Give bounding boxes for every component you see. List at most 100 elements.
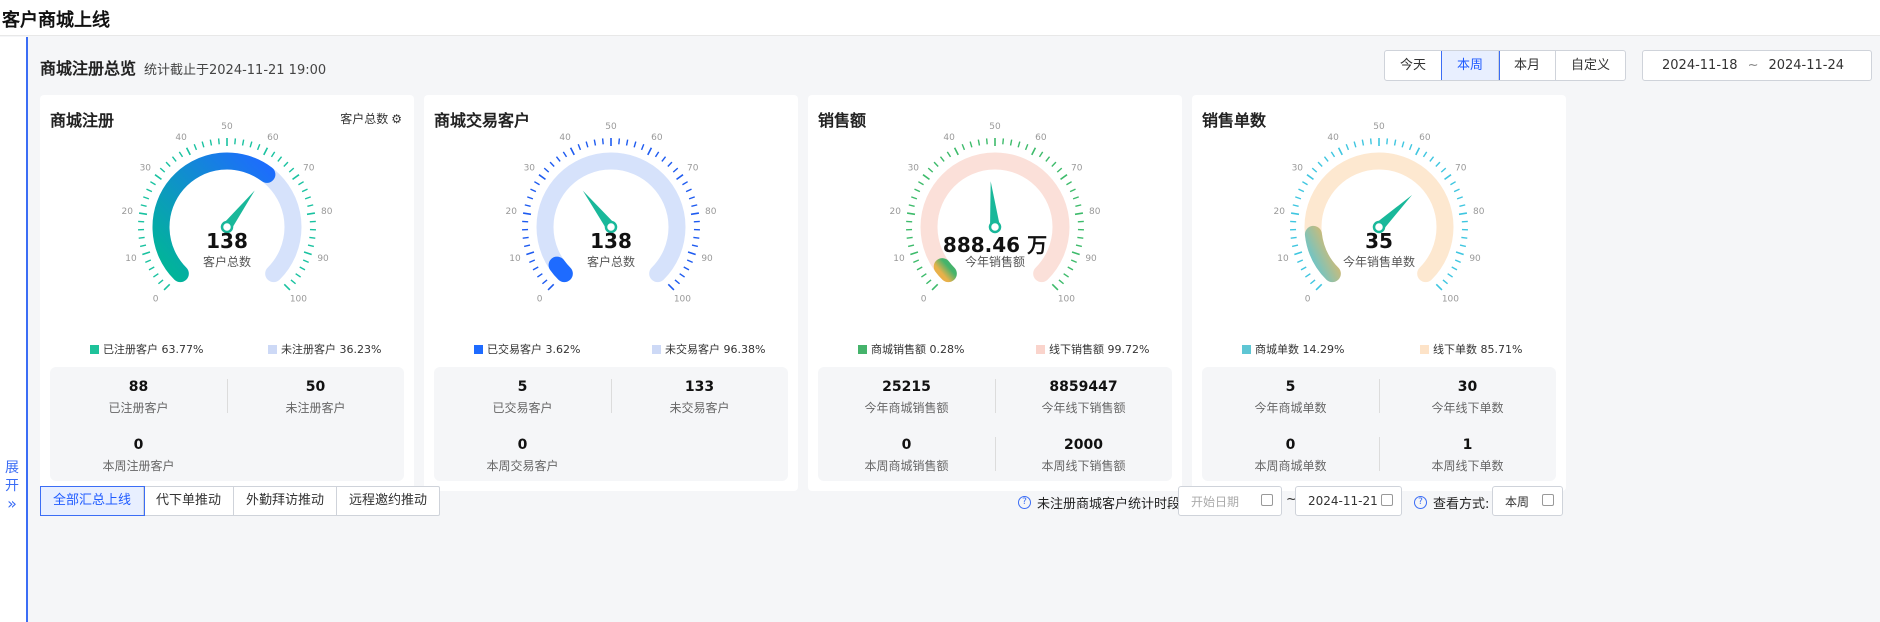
gauge-tick: [547, 283, 555, 291]
gauge-tick: [304, 196, 311, 200]
legend-label: 已注册客户 63.77%: [103, 343, 204, 356]
gauge-tick: [585, 141, 589, 148]
legend-label: 商城单数 14.29%: [1255, 343, 1345, 356]
gauge-tick-label: 80: [1473, 207, 1485, 217]
gauge-tick-label: 60: [1419, 133, 1431, 143]
gauge-tick: [1051, 161, 1057, 167]
stats-panel: 5 已交易客户 133 未交易客户 0 本周交易客户: [434, 367, 788, 481]
tab-today[interactable]: 今天: [1385, 51, 1443, 80]
gauge: 0 10 20 30 40 50 60 70 80 90 100: [1274, 122, 1485, 323]
gauge-tick: [593, 139, 597, 146]
gauge-tick: [1393, 139, 1397, 146]
stat-label: 本周商城销售额: [864, 459, 949, 473]
gauge-tick: [290, 279, 297, 285]
gauge-tick: [939, 156, 945, 162]
stat-label: 本周注册客户: [102, 459, 175, 473]
stat-label: 未交易客户: [669, 401, 730, 415]
expand-button[interactable]: 展开 »: [0, 459, 24, 513]
date-range-picker[interactable]: 2024-11-18 ~ 2024-11-24: [1642, 50, 1872, 81]
legend-item: 未注册客户 36.23%: [268, 341, 381, 357]
view-mode-label: 查看方式:: [1433, 497, 1490, 512]
gauge-label: 今年销售单数: [1342, 255, 1415, 269]
gauge-tick: [961, 143, 966, 151]
gauge: 0 10 20 30 40 50 60 70 80 90 100: [506, 122, 717, 323]
gauge-tick: [1386, 138, 1389, 145]
gauge-tick-label: 60: [1035, 133, 1047, 143]
question-circle-icon[interactable]: ?: [1018, 496, 1031, 509]
tab-this-week[interactable]: 本周: [1441, 51, 1501, 80]
gauge-tick: [1056, 167, 1063, 173]
gauge-tick: [691, 204, 698, 208]
stat-week-mall-sales: 0 本周商城销售额: [818, 437, 995, 474]
gauge-tick: [154, 174, 162, 181]
question-circle-icon[interactable]: ?: [1414, 496, 1427, 509]
gauge-tick: [1315, 283, 1323, 291]
tab-proxy-order[interactable]: 代下单推动: [144, 487, 235, 515]
gauge-tick: [946, 151, 952, 158]
gauge-tick: [654, 151, 660, 158]
tab-remote-invite[interactable]: 远程邀约推动: [337, 487, 439, 515]
gauge-tick: [672, 167, 679, 173]
gauge-tick: [914, 188, 921, 193]
gauge-tick: [918, 181, 924, 186]
gauge-pointer: [990, 181, 1000, 228]
gauge-tick-label: 0: [153, 294, 159, 304]
gauge-tick-label: 30: [908, 164, 920, 174]
stats-panel: 25215 今年商城销售额 8859447 今年线下销售额 0 本周商城销售额 200…: [818, 367, 1172, 481]
gauge-tick: [140, 204, 147, 208]
gear-icon: ⚙: [391, 112, 402, 126]
card-sales-orders: 销售单数 0 10 20 30 40 50 60 70 80 90 100 35 今年销售单数 商城…: [1192, 95, 1566, 491]
gauge-tick: [1337, 147, 1343, 156]
stat-label: 已交易客户: [492, 401, 553, 415]
page-title: 客户商城上线: [2, 10, 110, 31]
tab-custom[interactable]: 自定义: [1556, 51, 1625, 80]
gauge-tick: [1306, 174, 1314, 181]
legend-item: 商城销售额 0.28%: [858, 341, 964, 357]
stat-value: 8859447: [1049, 379, 1118, 395]
end-date-input[interactable]: 2024-11-21: [1295, 486, 1402, 516]
customer-total-label: 客户总数: [340, 112, 389, 126]
gauge-tick: [601, 138, 604, 145]
gauge-tick: [1408, 143, 1413, 151]
legend-swatch: [474, 344, 483, 354]
gauge-tick-label: 20: [506, 207, 518, 217]
gauge-tick: [530, 188, 537, 193]
gauge-tick: [633, 141, 637, 148]
gauge-tick: [640, 143, 645, 151]
gauge-tick: [1298, 188, 1305, 193]
gauge-tick: [569, 147, 575, 156]
gauge-tick: [688, 196, 695, 200]
legend-label: 未注册客户 36.23%: [281, 343, 382, 356]
customer-total-selector[interactable]: 客户总数 ⚙: [340, 110, 402, 127]
date-range-start: 2024-11-18: [1662, 58, 1738, 73]
gauge-tick: [538, 174, 546, 181]
date-range-separator: ~: [1747, 58, 1759, 73]
gauge-tick-label: 70: [687, 164, 699, 174]
gauge-tick: [685, 188, 692, 193]
gauge-tick: [690, 212, 700, 216]
gauge-tick: [1435, 283, 1443, 291]
stat-week-offline-sales: 2000 本周线下销售额: [995, 437, 1172, 474]
unregistered-period-label: 未注册商城客户统计时段:: [1037, 497, 1185, 512]
gauge-tick-label: 40: [559, 133, 571, 143]
tab-all-summary[interactable]: 全部汇总上线: [39, 486, 146, 516]
gauge-tick-label: 50: [989, 122, 1001, 132]
view-mode-select[interactable]: 本周: [1492, 486, 1563, 516]
gauge-tick: [306, 212, 316, 216]
gauge-tick: [301, 188, 308, 193]
stat-registered: 88 已注册客户: [50, 379, 227, 416]
tab-field-visit[interactable]: 外勤拜访推动: [234, 487, 338, 515]
tab-this-month[interactable]: 本月: [1499, 51, 1557, 80]
stat-label: 本周交易客户: [486, 459, 559, 473]
gauge-tick: [1002, 138, 1005, 145]
gauge-tick-label: 50: [605, 122, 617, 132]
legend-item: 未交易客户 96.38%: [652, 341, 765, 357]
view-mode-value: 本周: [1505, 494, 1530, 509]
start-date-input[interactable]: 开始日期: [1178, 486, 1282, 516]
card-mall-registration: 商城注册 客户总数 ⚙ 0 10 20 30 40 50 60 70 80 90 100 138 客户…: [40, 95, 414, 491]
gauge-tick: [534, 181, 540, 186]
gauge-tick: [270, 151, 276, 158]
stat-value: 5: [517, 379, 528, 395]
gauge-tick: [985, 138, 988, 145]
gauge-tick: [1038, 151, 1044, 158]
